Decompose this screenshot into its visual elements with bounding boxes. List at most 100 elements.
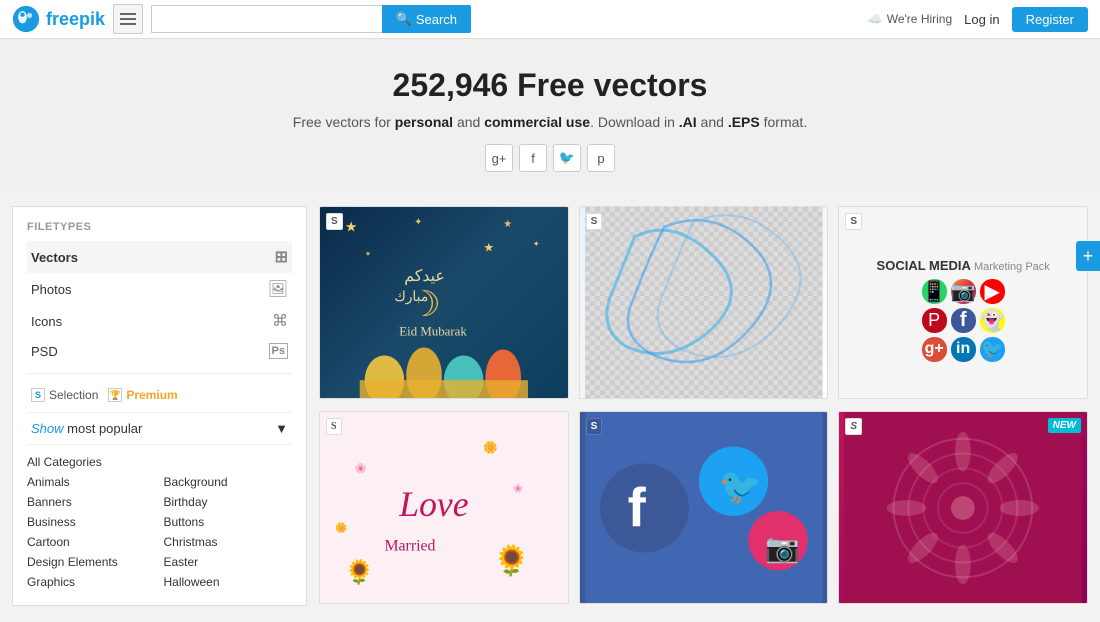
svg-text:🌼: 🌼 xyxy=(483,441,498,455)
svg-text:★: ★ xyxy=(483,241,494,255)
grid-item-social-media[interactable]: S SOCIAL MEDIA Marketing Pack 📱 📷 ▶ P xyxy=(838,206,1088,399)
search-input[interactable] xyxy=(151,5,382,33)
svg-text:★: ★ xyxy=(503,219,512,230)
svg-text:✦: ✦ xyxy=(414,217,422,228)
filetype-vectors-label: Vectors xyxy=(31,250,78,265)
filetype-vectors[interactable]: Vectors ⊞ xyxy=(27,241,292,273)
shutterstock-badge-pink: S xyxy=(845,418,862,435)
category-halloween[interactable]: Halloween xyxy=(164,573,293,591)
hero-description: Free vectors for personal and commercial… xyxy=(20,114,1080,130)
category-easter[interactable]: Easter xyxy=(164,553,293,571)
new-badge: NEW xyxy=(1048,418,1081,433)
love-decoration: 🌸 🌼 🌸 🌼 Love Married 🌻 🌻 xyxy=(320,412,568,603)
svg-text:🌻: 🌻 xyxy=(493,543,530,577)
svg-text:🌻: 🌻 xyxy=(345,558,375,586)
svg-text:Eid Mubarak: Eid Mubarak xyxy=(399,325,467,339)
shutterstock-badge-fb: S xyxy=(586,418,603,435)
grid-item-love[interactable]: S 🌸 🌼 🌸 🌼 Love Married 🌻 🌻 xyxy=(319,411,569,604)
category-background[interactable]: Background xyxy=(164,473,293,491)
grid-item-pink-pattern[interactable]: S NEW xyxy=(838,411,1088,604)
social-share-icons: g+ f 🐦 p xyxy=(485,144,615,172)
psd-icon: Ps xyxy=(269,343,288,359)
grid-item-eid[interactable]: S ★ ★ ✦ ✦ ★ ✦ ☽ عيدكم مبارك Eid Mubarak xyxy=(319,206,569,399)
category-graphics[interactable]: Graphics xyxy=(27,573,156,591)
svg-text:✦: ✦ xyxy=(533,240,540,249)
content-grid: S ★ ★ ✦ ✦ ★ ✦ ☽ عيدكم مبارك Eid Mubarak xyxy=(307,206,1088,606)
svg-text:🌸: 🌸 xyxy=(513,483,523,493)
google-plus-social-icon: g+ xyxy=(922,337,947,362)
icons-icon: ⌘ xyxy=(272,311,288,331)
search-button[interactable]: 🔍 Search xyxy=(382,5,471,33)
shutterstock-badge-wave: S xyxy=(586,213,603,230)
grid-item-wave[interactable]: S xyxy=(579,206,829,399)
snapchat-icon: 👻 xyxy=(980,308,1005,333)
whatsapp-icon: 📱 xyxy=(922,279,947,304)
hiring-link[interactable]: ☁️ We're Hiring xyxy=(868,12,952,26)
facebook-icon: f xyxy=(951,308,976,333)
filetype-icons-label: Icons xyxy=(31,314,62,329)
svg-text:Love: Love xyxy=(398,484,468,524)
category-business[interactable]: Business xyxy=(27,513,156,531)
search-bar: 🔍 Search xyxy=(151,5,471,33)
svg-text:★: ★ xyxy=(345,219,357,235)
premium-checkbox-box: 🏆 xyxy=(108,388,122,402)
svg-text:مبارك: مبارك xyxy=(394,289,428,305)
sidebar: FILETYPES Vectors ⊞ Photos 🖼 Icons ⌘ PSD… xyxy=(12,206,307,606)
hero-section: 252,946 Free vectors Free vectors for pe… xyxy=(0,39,1100,190)
twitter-share-icon[interactable]: 🐦 xyxy=(553,144,581,172)
twitter-icon: 🐦 xyxy=(980,337,1005,362)
stars-decoration: ★ ★ ✦ ✦ ★ ✦ ☽ عيدكم مبارك Eid Mubarak xyxy=(320,207,568,398)
category-cartoon[interactable]: Cartoon xyxy=(27,533,156,551)
pink-pattern-decoration xyxy=(839,412,1087,603)
header: freepik 🔍 Search ☁️ We're Hiring Log in … xyxy=(0,0,1100,39)
shutterstock-badge-love: S xyxy=(326,418,342,435)
hero-title: 252,946 Free vectors xyxy=(20,67,1080,104)
selection-checkbox[interactable]: S Selection xyxy=(31,388,98,402)
instagram-icon: 📷 xyxy=(951,279,976,304)
category-animals[interactable]: Animals xyxy=(27,473,156,491)
svg-text:عيدكم: عيدكم xyxy=(404,268,445,285)
facebook-share-icon[interactable]: f xyxy=(519,144,547,172)
selection-label: Selection xyxy=(49,388,98,402)
category-banners[interactable]: Banners xyxy=(27,493,156,511)
google-plus-icon[interactable]: g+ xyxy=(485,144,513,172)
all-categories-item[interactable]: All Categories xyxy=(27,453,292,471)
chevron-down-icon: ▼ xyxy=(275,421,288,436)
logo-text: freepik xyxy=(46,9,105,30)
category-design-elements[interactable]: Design Elements xyxy=(27,553,156,571)
show-popular-dropdown[interactable]: Show most popular ▼ xyxy=(27,412,292,445)
expand-button[interactable]: + xyxy=(1076,241,1100,271)
search-icon: 🔍 xyxy=(396,11,412,27)
svg-text:Married: Married xyxy=(384,538,435,555)
svg-text:📷: 📷 xyxy=(765,532,799,564)
filetype-psd[interactable]: PSD Ps xyxy=(27,337,292,365)
hiring-text: We're Hiring xyxy=(887,12,952,26)
search-button-label: Search xyxy=(416,12,457,27)
category-christmas[interactable]: Christmas xyxy=(164,533,293,551)
trophy-icon: 🏆 xyxy=(110,390,121,401)
grid-item-facebook[interactable]: S f 🐦 📷 xyxy=(579,411,829,604)
shutterstock-badge: S xyxy=(326,213,343,230)
show-popular-text: Show most popular xyxy=(31,421,142,436)
wave-decoration xyxy=(580,207,828,398)
pinterest-share-icon[interactable]: p xyxy=(587,144,615,172)
hamburger-menu[interactable] xyxy=(113,4,143,34)
selection-row: S Selection 🏆 Premium xyxy=(27,382,292,408)
category-buttons[interactable]: Buttons xyxy=(164,513,293,531)
svg-text:☽: ☽ xyxy=(409,284,441,324)
category-birthday[interactable]: Birthday xyxy=(164,493,293,511)
social-apps-grid: 📱 📷 ▶ P f 👻 g+ xyxy=(922,279,1005,362)
pinterest-icon: P xyxy=(922,308,947,333)
youtube-icon: ▶ xyxy=(980,279,1005,304)
social-card-header: SOCIAL MEDIA Marketing Pack xyxy=(877,258,1050,273)
filetype-photos[interactable]: Photos 🖼 xyxy=(27,273,292,305)
logo-icon xyxy=(12,5,40,33)
svg-text:🌼: 🌼 xyxy=(335,522,347,534)
premium-checkbox[interactable]: 🏆 Premium xyxy=(108,388,177,402)
linkedin-icon: in xyxy=(951,337,976,362)
header-right: ☁️ We're Hiring Log in Register xyxy=(868,7,1088,32)
filetype-icons[interactable]: Icons ⌘ xyxy=(27,305,292,337)
register-button[interactable]: Register xyxy=(1012,7,1088,32)
login-button[interactable]: Log in xyxy=(964,12,999,27)
facebook-decoration: f 🐦 📷 xyxy=(580,412,828,603)
